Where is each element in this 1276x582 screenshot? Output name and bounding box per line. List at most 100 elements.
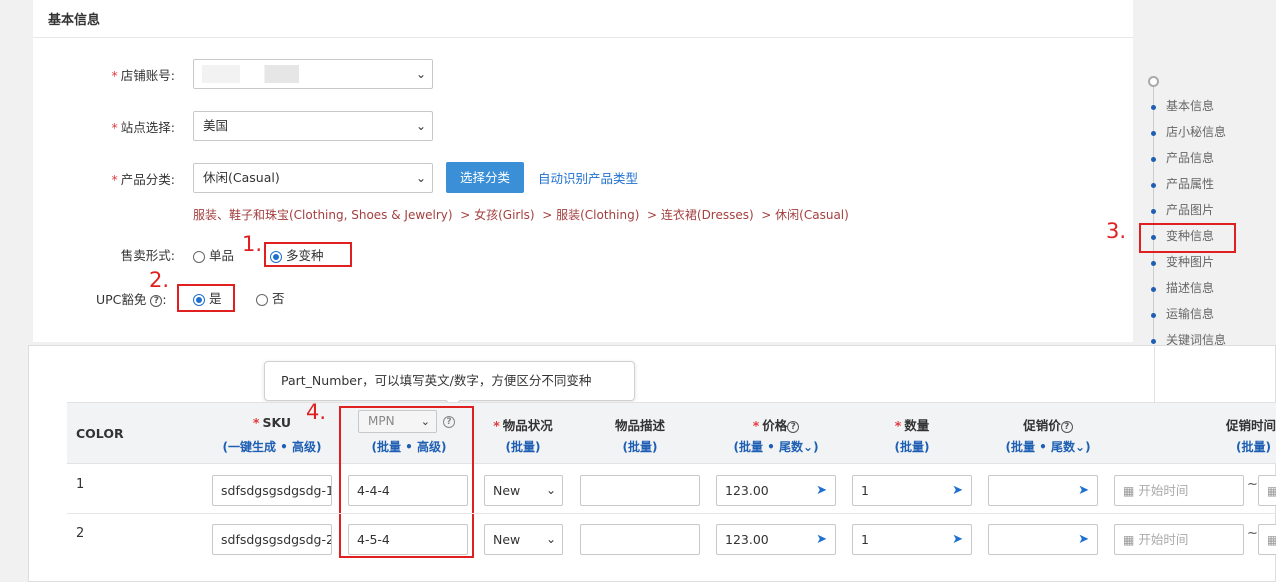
nav-dot <box>1151 131 1156 136</box>
promo-time-batch-link[interactable]: 批量 <box>1241 440 1265 454</box>
category-label: * 产品分类: <box>111 172 175 187</box>
nav-item-1[interactable]: 基本信息 <box>1166 97 1214 114</box>
th-condition: * 物品状况 <box>493 418 553 433</box>
row2-color: 2 <box>76 526 85 541</box>
help-icon[interactable]: ? <box>787 420 800 433</box>
calendar-icon: ▦ <box>1123 484 1135 498</box>
th-promo: 促销价? <box>988 415 1108 434</box>
row1-sku-input[interactable]: sdfsdgsgsdgsdg-1 <box>212 475 332 506</box>
th-color: COLOR <box>76 426 124 441</box>
sale-form-label: 售卖形式: <box>120 248 175 263</box>
send-icon[interactable]: ➤ <box>816 476 827 505</box>
range-separator: ~ <box>1247 526 1258 541</box>
row1-price-input[interactable]: 123.00 ➤ <box>716 475 836 506</box>
th-price-sub: (批量 • 尾数⌄) <box>733 440 819 454</box>
sale-multi-radio[interactable]: 多变种 <box>270 245 324 264</box>
nav-dot <box>1151 261 1156 266</box>
nav-top-circle <box>1148 76 1159 87</box>
row2-qty-input[interactable]: 1 ➤ <box>852 524 972 555</box>
desc-batch-link[interactable]: 批量 <box>628 440 652 454</box>
row2-end-time-input[interactable]: ▦ <box>1258 524 1276 555</box>
promo-batch-link[interactable]: 批量 <box>1011 440 1035 454</box>
nav-item-4[interactable]: 产品属性 <box>1166 175 1214 192</box>
row2-mpn-input[interactable]: 4-5-4 <box>348 524 468 555</box>
th-qty: * 数量 <box>894 418 930 433</box>
auto-detect-link[interactable]: 自动识别产品类型 <box>538 168 638 187</box>
mpn-tooltip: Part_Number，可以填写英文/数字，方便区分不同变种 <box>264 361 635 401</box>
annotation-4: 4. <box>306 400 327 424</box>
sale-single-radio[interactable]: 单品 <box>193 245 234 264</box>
help-icon[interactable]: ? <box>150 294 163 307</box>
store-select[interactable]: ⌄ <box>193 59 433 89</box>
nav-dot <box>1151 313 1156 318</box>
nav-item-9[interactable]: 运输信息 <box>1166 305 1214 322</box>
price-tail-link[interactable]: 尾数 <box>779 440 803 454</box>
row2-desc-input[interactable] <box>580 524 700 555</box>
site-label: * 站点选择: <box>111 120 175 135</box>
row1-color: 1 <box>76 477 85 492</box>
th-condition-sub: (批量) <box>505 440 541 454</box>
nav-item-5[interactable]: 产品图片 <box>1166 201 1214 218</box>
th-desc-sub: (批量) <box>622 440 658 454</box>
nav-dot <box>1151 287 1156 292</box>
send-icon[interactable]: ➤ <box>1078 476 1089 505</box>
nav-item-2[interactable]: 店小秘信息 <box>1166 123 1226 140</box>
row2-price-input[interactable]: 123.00 ➤ <box>716 524 836 555</box>
divider <box>1154 346 1155 406</box>
nav-dot <box>1151 157 1156 162</box>
nav-dot <box>1151 209 1156 214</box>
upc-yes-radio[interactable]: 是 <box>193 288 222 307</box>
row1-mpn-input[interactable]: 4-4-4 <box>348 475 468 506</box>
calendar-icon: ▦ <box>1267 533 1276 547</box>
store-label: * 店铺账号: <box>111 68 175 83</box>
chevron-down-icon: ⌄ <box>803 440 814 454</box>
th-promo-sub: (批量 • 尾数⌄) <box>1005 440 1091 454</box>
annotation-3: 3. <box>1106 219 1127 243</box>
nav-item-7[interactable]: 变种图片 <box>1166 253 1214 270</box>
sku-advanced-link[interactable]: 高级 <box>292 440 316 454</box>
condition-batch-link[interactable]: 批量 <box>511 440 535 454</box>
chevron-down-icon: ⌄ <box>545 483 556 497</box>
send-icon[interactable]: ➤ <box>952 476 963 505</box>
row1-end-time-input[interactable]: ▦ <box>1258 475 1276 506</box>
send-icon[interactable]: ➤ <box>1078 525 1089 554</box>
th-promo-time: 促销时间 <box>1226 418 1276 433</box>
send-icon[interactable]: ➤ <box>816 525 827 554</box>
sku-generate-link[interactable]: 一键生成 <box>228 440 276 454</box>
th-qty-sub: (批量) <box>894 440 930 454</box>
store-redacted <box>202 65 310 83</box>
annotation-1: 1. <box>242 232 263 256</box>
row1-qty-input[interactable]: 1 ➤ <box>852 475 972 506</box>
row2-promo-input[interactable]: ➤ <box>988 524 1098 555</box>
price-batch-link[interactable]: 批量 <box>739 440 763 454</box>
chevron-down-icon: ⌄ <box>545 532 556 546</box>
site-select[interactable]: 美国 ⌄ <box>193 111 433 141</box>
row2-sku-input[interactable]: sdfsdgsgsdgsdg-2 <box>212 524 332 555</box>
send-icon[interactable]: ➤ <box>952 525 963 554</box>
row2-start-time-input[interactable]: ▦ 开始时间 <box>1114 524 1244 555</box>
calendar-icon: ▦ <box>1267 484 1276 498</box>
panel-title: 基本信息 <box>48 13 101 28</box>
row1-start-time-input[interactable]: ▦ 开始时间 <box>1114 475 1244 506</box>
nav-item-8[interactable]: 描述信息 <box>1166 279 1214 296</box>
row1-condition-select[interactable]: New ⌄ <box>484 475 563 506</box>
range-separator: ~ <box>1247 477 1258 492</box>
row2-condition-select[interactable]: New ⌄ <box>484 524 563 555</box>
upc-no-radio[interactable]: 否 <box>256 288 285 307</box>
category-breadcrumb: 服装、鞋子和珠宝(Clothing, Shoes & Jewelry) > 女孩… <box>193 208 849 222</box>
category-select[interactable]: 休闲(Casual) ⌄ <box>193 163 433 193</box>
nav-item-3[interactable]: 产品信息 <box>1166 149 1214 166</box>
row1-promo-input[interactable]: ➤ <box>988 475 1098 506</box>
qty-batch-link[interactable]: 批量 <box>900 440 924 454</box>
th-sku-sub: (一键生成 • 高级) <box>222 440 322 454</box>
row-divider <box>67 513 1276 514</box>
chevron-down-icon: ⌄ <box>1075 440 1086 454</box>
promo-tail-link[interactable]: 尾数 <box>1051 440 1075 454</box>
chevron-down-icon: ⌄ <box>415 171 426 185</box>
th-promo-time-sub: (批量) <box>1236 440 1271 454</box>
th-desc: 物品描述 <box>614 418 665 433</box>
choose-category-button[interactable]: 选择分类 <box>446 162 524 193</box>
nav-dot <box>1151 339 1156 344</box>
help-icon[interactable]: ? <box>1060 420 1073 433</box>
row1-desc-input[interactable] <box>580 475 700 506</box>
